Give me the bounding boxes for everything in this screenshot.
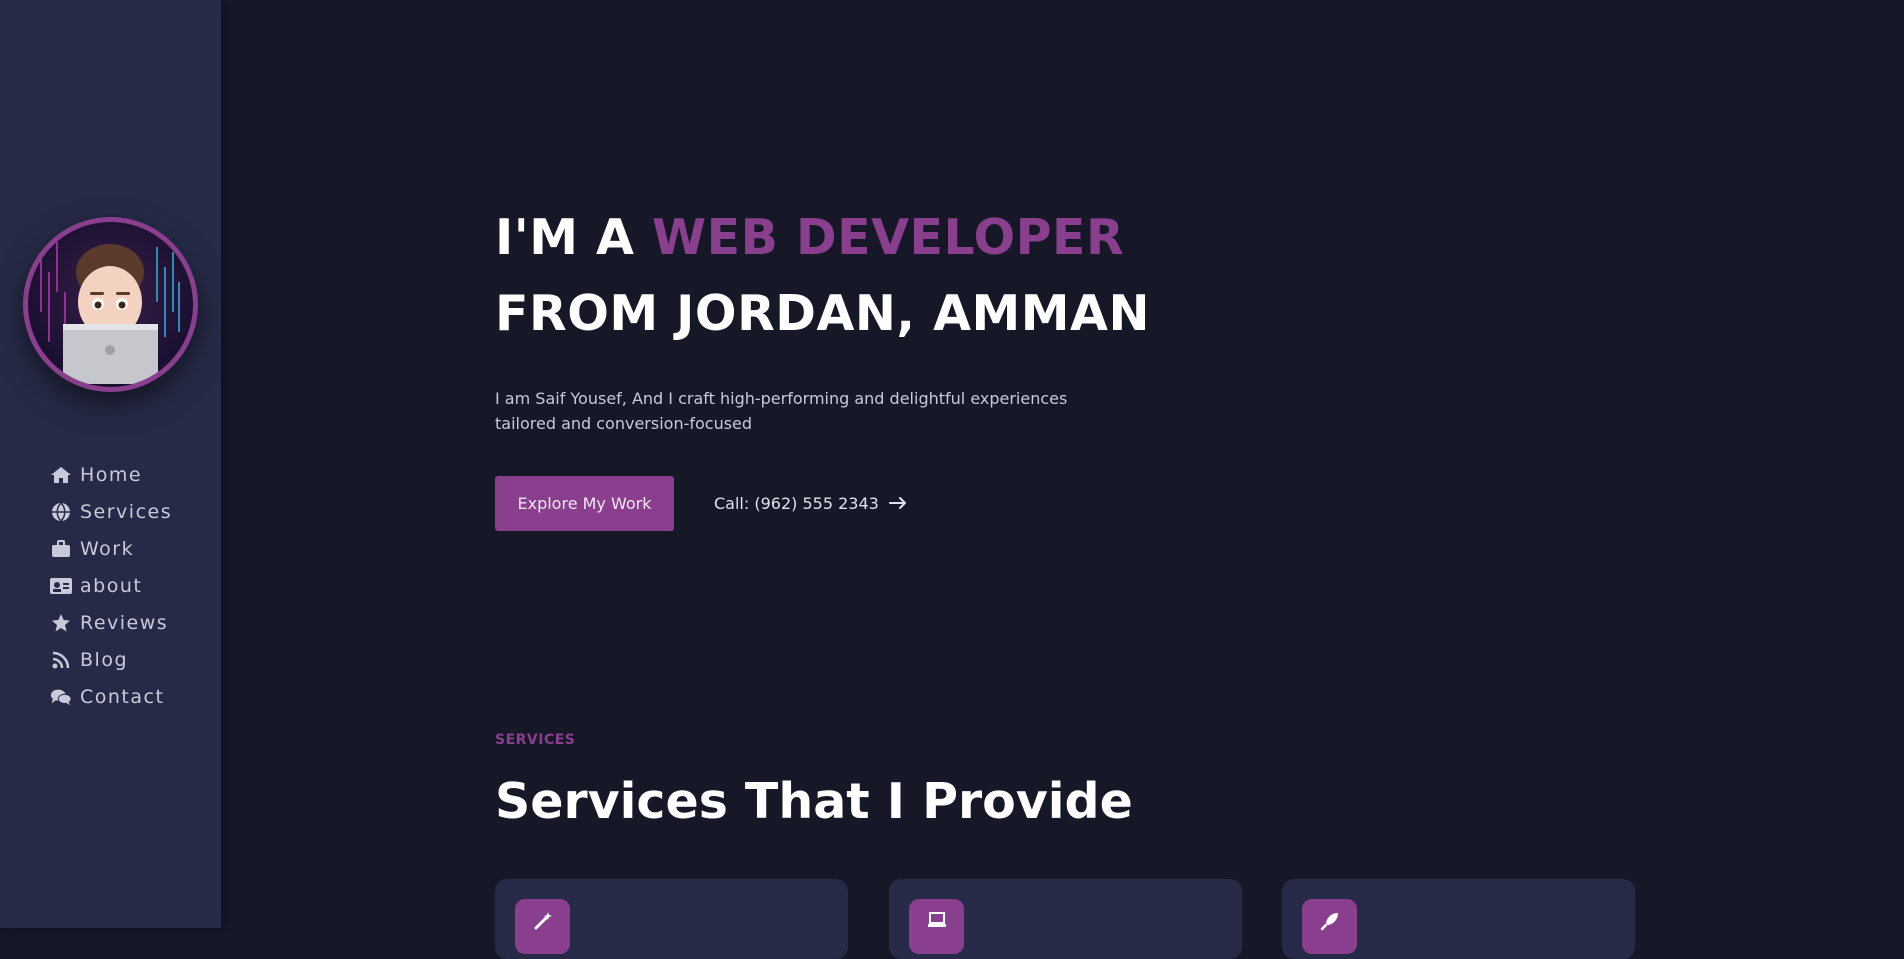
sidebar-item-label: Services (80, 500, 173, 523)
hero-title: I'M A WEB DEVELOPER FROM JORDAN, AMMAN (495, 200, 1150, 352)
briefcase-icon (50, 539, 72, 559)
sidebar-item-contact[interactable]: Contact (50, 678, 172, 715)
sidebar-item-label: Home (80, 463, 143, 486)
call-link[interactable]: Call: (962) 555 2343 (714, 490, 907, 516)
hero-title-prefix: I'M A (495, 209, 653, 266)
services-section-label: SERVICES (495, 732, 576, 748)
comments-icon (50, 687, 72, 707)
sidebar-item-services[interactable]: Services (50, 493, 172, 530)
sidebar-item-blog[interactable]: Blog (50, 641, 172, 678)
sidebar-item-reviews[interactable]: Reviews (50, 604, 172, 641)
service-card[interactable] (495, 879, 848, 959)
home-icon (50, 465, 72, 485)
arrow-right-icon (888, 497, 906, 509)
hero-description: I am Saif Yousef, And I craft high-perfo… (495, 389, 1068, 433)
star-icon (50, 613, 72, 633)
service-card[interactable] (889, 879, 1242, 959)
memoji-avatar (40, 242, 180, 384)
service-card[interactable] (1282, 879, 1635, 959)
services-section-title: Services That I Provide (495, 773, 1133, 830)
rss-icon (50, 650, 72, 670)
sidebar-item-label: Work (80, 537, 135, 560)
profile-avatar (23, 217, 198, 392)
sidebar-nav: Home Services Work about Reviews Blog Co… (50, 456, 172, 715)
globe-icon (50, 501, 72, 522)
sidebar-item-label: Blog (80, 648, 128, 671)
rocket-icon (1302, 899, 1357, 954)
laptop-icon (909, 899, 964, 954)
sidebar-item-label: Reviews (80, 611, 169, 634)
sidebar-item-label: about (80, 574, 143, 597)
sidebar-item-about[interactable]: about (50, 567, 172, 604)
hero-title-accent: WEB DEVELOPER (652, 209, 1125, 266)
explore-work-button[interactable]: Explore My Work (495, 476, 674, 531)
call-label: Call: (962) 555 2343 (714, 493, 879, 513)
id-card-icon (50, 576, 72, 596)
sidebar-item-label: Contact (80, 685, 165, 708)
magic-wand-icon (515, 899, 570, 954)
sidebar: Home Services Work about Reviews Blog Co… (0, 0, 221, 928)
sidebar-item-home[interactable]: Home (50, 456, 172, 493)
sidebar-item-work[interactable]: Work (50, 530, 172, 567)
hero-title-line2: FROM JORDAN, AMMAN (495, 285, 1150, 342)
